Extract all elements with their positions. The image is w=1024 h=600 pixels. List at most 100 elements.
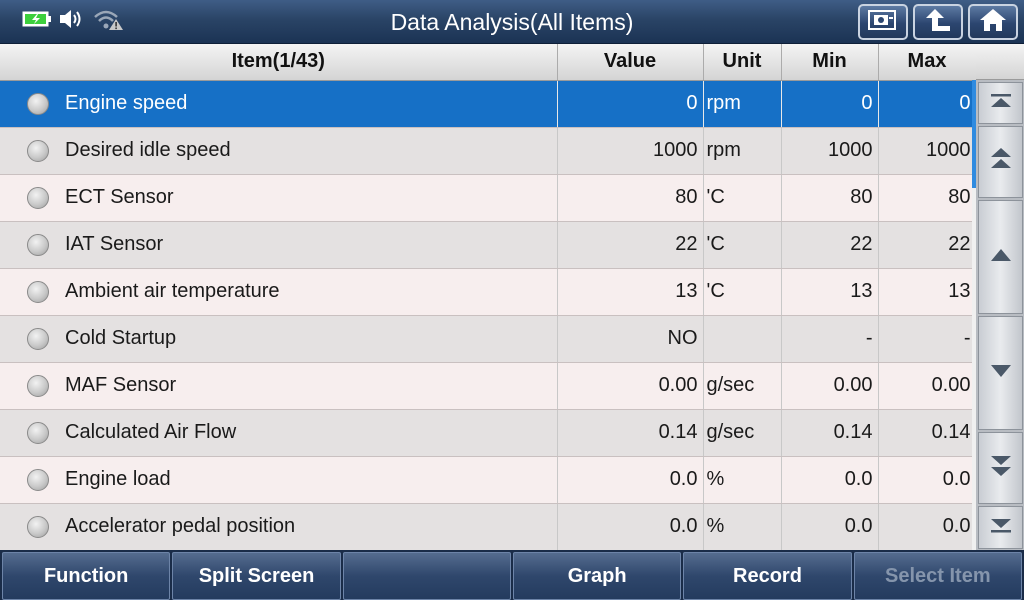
value-cell: 13: [557, 268, 704, 316]
value-cell: 22: [557, 221, 704, 269]
data-table: Item(1/43) Value Unit Min Max Engine spe…: [0, 44, 977, 551]
row-radio-icon[interactable]: [27, 515, 49, 538]
item-name: Accelerator pedal position: [65, 515, 296, 537]
item-name: Engine speed: [65, 92, 188, 114]
screenshot-button[interactable]: [858, 4, 908, 40]
value-cell: 0.0: [557, 503, 704, 551]
screenshot-icon: [868, 9, 898, 36]
unit-cell: %: [703, 456, 782, 504]
table-row[interactable]: Accelerator pedal position 0.0 % 0.0 0.0: [0, 503, 977, 551]
item-name: Calculated Air Flow: [65, 421, 237, 443]
row-radio-icon[interactable]: [27, 280, 49, 303]
scroll-header-filler: [976, 44, 1024, 80]
min-cell: 13: [781, 268, 879, 316]
item-name: MAF Sensor: [65, 374, 177, 396]
page-up-button[interactable]: [978, 126, 1023, 198]
max-cell: 1000: [878, 127, 977, 175]
unit-cell: rpm: [703, 127, 782, 175]
max-cell: 0.0: [878, 503, 977, 551]
max-cell: 22: [878, 221, 977, 269]
table-row[interactable]: Engine speed 0 rpm 0 0: [0, 80, 977, 128]
min-cell: -: [781, 315, 879, 363]
home-button[interactable]: [968, 4, 1018, 40]
table-row[interactable]: Engine load 0.0 % 0.0 0.0: [0, 456, 977, 504]
unit-cell: %: [703, 503, 782, 551]
graph-button[interactable]: Graph: [512, 552, 682, 600]
split-screen-button[interactable]: Split Screen: [172, 552, 341, 600]
column-header-unit: Unit: [703, 44, 782, 81]
unit-cell: 'C: [703, 221, 782, 269]
min-cell: 80: [781, 174, 879, 222]
line-down-icon: [989, 363, 1013, 384]
function-button[interactable]: Function: [2, 552, 171, 600]
page-down-button[interactable]: [978, 432, 1023, 504]
min-cell: 0.00: [781, 362, 879, 410]
empty-button[interactable]: [342, 552, 511, 600]
bottom-toolbar: Function Split Screen Graph Record Selec…: [0, 550, 1024, 600]
table-row[interactable]: Desired idle speed 1000 rpm 1000 1000: [0, 127, 977, 175]
row-radio-icon[interactable]: [27, 421, 49, 444]
value-cell: 0.14: [557, 409, 704, 457]
item-name: IAT Sensor: [65, 233, 164, 255]
min-cell: 0.0: [781, 503, 879, 551]
max-cell: 0.00: [878, 362, 977, 410]
unit-cell: g/sec: [703, 362, 782, 410]
max-cell: 0.14: [878, 409, 977, 457]
data-table-container: Item(1/43) Value Unit Min Max Engine spe…: [0, 44, 977, 551]
home-icon: [978, 7, 1008, 38]
row-radio-icon[interactable]: [27, 327, 49, 350]
row-radio-icon[interactable]: [27, 139, 49, 162]
unit-cell: g/sec: [703, 409, 782, 457]
row-radio-icon[interactable]: [27, 186, 49, 209]
max-cell: 0.0: [878, 456, 977, 504]
table-row[interactable]: Cold Startup NO - -: [0, 315, 977, 363]
column-header-max: Max: [878, 44, 977, 81]
unit-cell: rpm: [703, 80, 782, 128]
row-radio-icon[interactable]: [27, 468, 49, 491]
max-cell: -: [878, 315, 977, 363]
value-cell: 0: [557, 80, 704, 128]
table-header-row: Item(1/43) Value Unit Min Max: [0, 44, 977, 81]
page-down-icon: [989, 452, 1013, 485]
max-cell: 0: [878, 80, 977, 128]
row-radio-icon[interactable]: [27, 374, 49, 397]
table-row[interactable]: ECT Sensor 80 'C 80 80: [0, 174, 977, 222]
min-cell: 0: [781, 80, 879, 128]
record-button[interactable]: Record: [683, 552, 852, 600]
column-header-min: Min: [781, 44, 879, 81]
column-header-item: Item(1/43): [0, 44, 558, 81]
max-cell: 13: [878, 268, 977, 316]
scroll-bottom-button[interactable]: [978, 506, 1023, 549]
value-cell: 80: [557, 174, 704, 222]
select-item-button[interactable]: Select Item: [853, 552, 1022, 600]
table-row[interactable]: IAT Sensor 22 'C 22 22: [0, 221, 977, 269]
table-row[interactable]: Calculated Air Flow 0.14 g/sec 0.14 0.14: [0, 409, 977, 457]
line-up-icon: [989, 247, 1013, 268]
scroll-top-icon: [989, 92, 1013, 115]
min-cell: 22: [781, 221, 879, 269]
unit-cell: 'C: [703, 174, 782, 222]
line-up-button[interactable]: [978, 200, 1023, 314]
item-name: Engine load: [65, 468, 171, 490]
value-cell: 0.0: [557, 456, 704, 504]
item-name: Ambient air temperature: [65, 280, 280, 302]
min-cell: 0.14: [781, 409, 879, 457]
row-radio-icon[interactable]: [27, 92, 49, 115]
page-up-icon: [989, 146, 1013, 179]
scroll-top-button[interactable]: [978, 82, 1023, 124]
scroll-bottom-icon: [989, 516, 1013, 539]
table-row[interactable]: Ambient air temperature 13 'C 13 13: [0, 268, 977, 316]
back-up-arrow-icon: [923, 7, 953, 38]
row-radio-icon[interactable]: [27, 233, 49, 256]
item-name: ECT Sensor: [65, 186, 174, 208]
table-row[interactable]: MAF Sensor 0.00 g/sec 0.00 0.00: [0, 362, 977, 410]
item-name: Desired idle speed: [65, 139, 231, 161]
max-cell: 80: [878, 174, 977, 222]
back-button[interactable]: [913, 4, 963, 40]
column-header-value: Value: [557, 44, 704, 81]
value-cell: NO: [557, 315, 704, 363]
line-down-button[interactable]: [978, 316, 1023, 430]
title-bar: Data Analysis(All Items): [0, 0, 1024, 44]
unit-cell: 'C: [703, 268, 782, 316]
unit-cell: [703, 315, 782, 363]
